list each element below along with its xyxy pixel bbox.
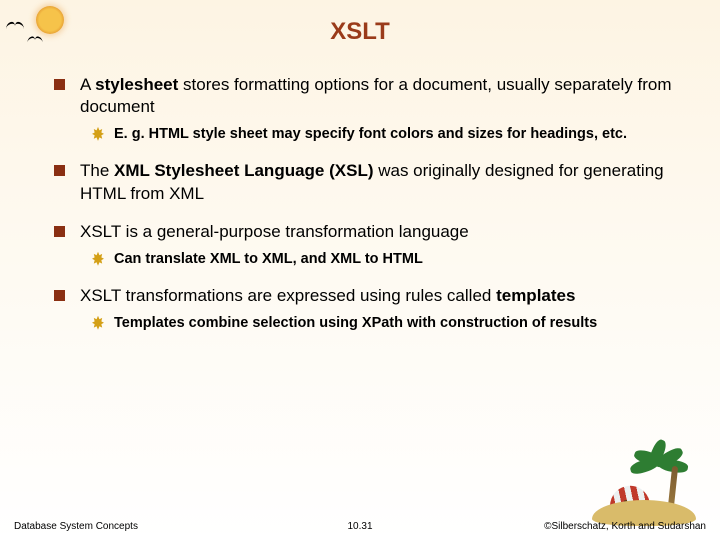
bullet-3: XSLT is a general-purpose transformation…: [76, 221, 680, 269]
footer-center: 10.31: [347, 521, 372, 532]
island-icon: [584, 446, 704, 526]
bullet-1: A stylesheet stores formatting options f…: [76, 74, 680, 144]
term: XML Stylesheet Language (XSL): [114, 161, 373, 180]
footer-right: ©Silberschatz, Korth and Sudarshan: [544, 521, 706, 532]
sub-bullet: E. g. HTML style sheet may specify font …: [114, 125, 680, 145]
bullet-2: The XML Stylesheet Language (XSL) was or…: [76, 160, 680, 205]
slide-title: XSLT: [40, 18, 680, 46]
birds-icon: [4, 18, 54, 58]
text: XSLT transformations are expressed using…: [80, 286, 496, 305]
term: templates: [496, 286, 575, 305]
bullet-4: XSLT transformations are expressed using…: [76, 285, 680, 333]
sub-list: Can translate XML to XML, and XML to HTM…: [80, 250, 680, 270]
text: The: [80, 161, 114, 180]
slide: XSLT A stylesheet stores formatting opti…: [0, 0, 720, 540]
sub-list: Templates combine selection using XPath …: [80, 314, 680, 334]
sub-bullet: Can translate XML to XML, and XML to HTM…: [114, 250, 680, 270]
footer-left: Database System Concepts: [14, 521, 138, 532]
bullet-list: A stylesheet stores formatting options f…: [50, 74, 680, 333]
text: XSLT is a general-purpose transformation…: [80, 222, 469, 241]
sub-list: E. g. HTML style sheet may specify font …: [80, 125, 680, 145]
sub-bullet: Templates combine selection using XPath …: [114, 314, 680, 334]
text: A: [80, 75, 95, 94]
term: stylesheet: [95, 75, 178, 94]
